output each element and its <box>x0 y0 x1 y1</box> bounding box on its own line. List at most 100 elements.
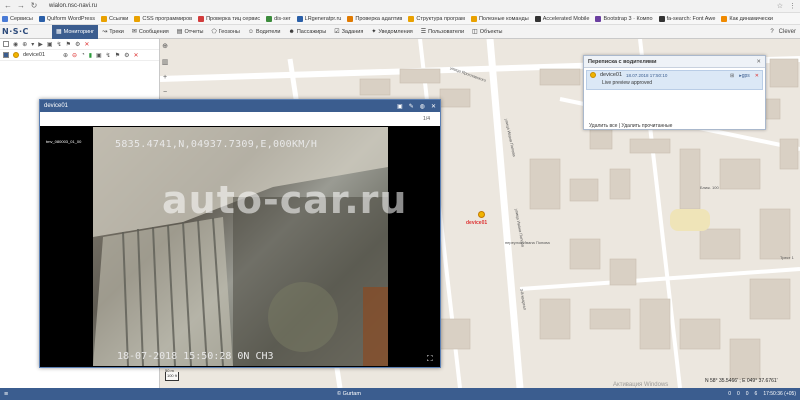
status-counter[interactable]: 0 <box>737 391 740 397</box>
play-icon[interactable]: ▮ <box>89 52 92 59</box>
nav-item-users[interactable]: ☰ Пользователи <box>417 25 468 39</box>
nav-item-monitor[interactable]: ▦ Мониторинг <box>52 24 99 39</box>
user-name[interactable]: Clever <box>779 29 796 35</box>
bookmark-item[interactable]: Ссылки <box>100 15 129 22</box>
video-window-header[interactable]: device01 ▣ ✎ ◍ ✕ <box>40 100 440 112</box>
map-street-label: 3-й квартал <box>519 288 528 311</box>
locate-icon[interactable]: ⊕ <box>63 52 68 59</box>
bookmark-item[interactable]: CSS программиров <box>134 15 192 22</box>
bookmark-icon <box>347 15 354 22</box>
video-player[interactable]: tmv_080003_01_00 5835.4741,N,04937.7309,… <box>40 126 440 367</box>
gps-tag-label: gps <box>741 73 750 79</box>
bookmark-item[interactable]: Проверка тиц сервис <box>198 15 260 22</box>
close-icon[interactable]: ✕ <box>431 103 436 110</box>
command-icon[interactable]: ⚑ <box>66 41 71 48</box>
fullscreen-icon[interactable]: ⛶ <box>427 354 433 364</box>
pin-icon[interactable]: ✎ <box>409 103 414 110</box>
layers-icon[interactable]: ⊕ <box>162 42 168 50</box>
map-building <box>729 338 761 380</box>
menu-icon[interactable]: ⋮ <box>789 2 796 10</box>
nav-item-track[interactable]: ↝ Треки <box>98 25 128 39</box>
nav-item-report[interactable]: ▤ Отчеты <box>173 25 208 39</box>
filter-icon[interactable]: ▾ <box>31 41 34 48</box>
bookmark-item[interactable]: Как динамически <box>721 15 773 22</box>
nav-item-message[interactable]: ✉ Сообщения <box>128 25 173 39</box>
bookmark-item[interactable]: LRgeneratpr.ru <box>296 15 341 22</box>
map-building <box>629 138 671 154</box>
ruler-icon[interactable]: ▥ <box>162 58 169 66</box>
map-tools: ⊕ ▥ + − <box>160 42 170 96</box>
status-counter[interactable]: 6 <box>755 391 758 397</box>
bookmark-label: Ссылки <box>108 15 129 22</box>
chat-actions[interactable]: Удалить все | Удалить прочитанные <box>589 123 672 129</box>
delete-message-icon[interactable]: ✕ <box>755 73 759 79</box>
reply-icon[interactable]: ⊞ <box>730 73 734 79</box>
nav-item-passenger[interactable]: ☻ Пассажиры <box>285 25 331 39</box>
unit-row[interactable]: device01 ⊕ ⊖ ◔ ▮ ▣ ↯ ⚑ ⚙ ✕ <box>0 50 159 61</box>
bookmark-item[interactable]: Структура програм <box>408 15 465 22</box>
scale-label-bottom: 100 ft <box>165 372 179 381</box>
gps-tag[interactable]: ▸gps <box>739 73 750 79</box>
nav-item-task[interactable]: ☑ Задания <box>330 25 367 39</box>
bookmark-label: Структура програм <box>416 15 465 22</box>
eye-icon[interactable]: ◉ <box>13 41 18 48</box>
bookmark-icon <box>408 15 415 22</box>
stop-icon[interactable]: ⊖ <box>72 52 77 59</box>
menu-icon[interactable]: ≡ <box>0 391 12 398</box>
unit-marker[interactable] <box>478 211 485 218</box>
bookmark-item[interactable]: Accelerated Mobile <box>534 15 589 22</box>
nav-item-driver[interactable]: ☺ Водители <box>244 25 285 39</box>
reload-icon[interactable]: ↻ <box>30 2 38 10</box>
video-icon[interactable]: ▣ <box>47 41 53 48</box>
time-icon[interactable]: ◔ <box>81 52 85 58</box>
video-icon[interactable]: ▣ <box>96 52 102 59</box>
globe-icon[interactable]: ◍ <box>420 103 425 110</box>
signal-icon[interactable]: ↯ <box>106 52 111 59</box>
status-time: 17:50:36 (+05) <box>763 391 796 397</box>
bookmark-item[interactable]: Полезные команды <box>470 15 529 22</box>
chat-message[interactable]: device01 18.07.2018 17:50:10 Live previe… <box>586 70 763 90</box>
status-counter[interactable]: 0 <box>728 391 731 397</box>
bookmark-item[interactable]: Bootstrap 3 · Компо <box>595 15 653 22</box>
bookmark-icon <box>100 15 107 22</box>
nav-item-geozone[interactable]: ⬠ Геозоны <box>207 25 243 39</box>
signal-icon[interactable]: ↯ <box>57 41 62 48</box>
play-icon[interactable]: ▶ <box>38 41 43 48</box>
select-all-checkbox[interactable] <box>3 41 9 47</box>
camera-icon[interactable]: ▣ <box>397 103 403 110</box>
map-building <box>569 238 601 270</box>
video-layout-selector[interactable]: 1/4 <box>40 112 440 126</box>
unit-marker-label[interactable]: device01 <box>466 220 487 226</box>
nav-item-bell[interactable]: ✦ Уведомления <box>367 25 416 39</box>
map-building <box>399 68 441 84</box>
map-street-label: улица Ивана Попова <box>504 118 517 158</box>
forward-icon[interactable]: → <box>17 2 25 10</box>
device-status-icon <box>13 52 19 58</box>
command-icon[interactable]: ⚑ <box>115 52 120 59</box>
bookmark-item[interactable]: fa-search: Font Awe <box>658 15 715 22</box>
map-building <box>769 58 799 88</box>
status-counter[interactable]: 0 <box>746 391 749 397</box>
help-icon[interactable]: ? <box>770 29 773 35</box>
bookmark-item[interactable]: Qulform WordPress <box>38 15 95 22</box>
close-icon[interactable]: ✕ <box>756 59 765 65</box>
zoom-out-icon[interactable]: − <box>163 89 167 96</box>
back-icon[interactable]: ← <box>4 2 12 10</box>
bookmark-icon <box>658 15 665 22</box>
nav-item-car[interactable]: ◫ Объекты <box>468 25 506 39</box>
delete-icon[interactable]: ✕ <box>133 52 138 59</box>
bookmark-label: Как динамически <box>729 15 773 22</box>
map-building <box>679 318 721 350</box>
locate-icon[interactable]: ⊕ <box>22 41 27 48</box>
star-icon[interactable]: ☆ <box>777 2 783 10</box>
delete-icon[interactable]: ✕ <box>84 41 89 48</box>
url-field[interactable]: wialon.nsc-navi.ru <box>49 3 97 9</box>
bookmark-item[interactable]: dis-ser <box>266 15 291 22</box>
settings-icon[interactable]: ⚙ <box>124 52 129 59</box>
logo: N·S·C <box>2 27 29 36</box>
unit-checkbox[interactable] <box>3 52 9 58</box>
zoom-in-icon[interactable]: + <box>163 74 167 81</box>
settings-icon[interactable]: ⚙ <box>75 41 80 48</box>
bookmark-item[interactable]: Сервисы <box>2 15 33 22</box>
bookmark-item[interactable]: Проверка адаптив <box>347 15 402 22</box>
